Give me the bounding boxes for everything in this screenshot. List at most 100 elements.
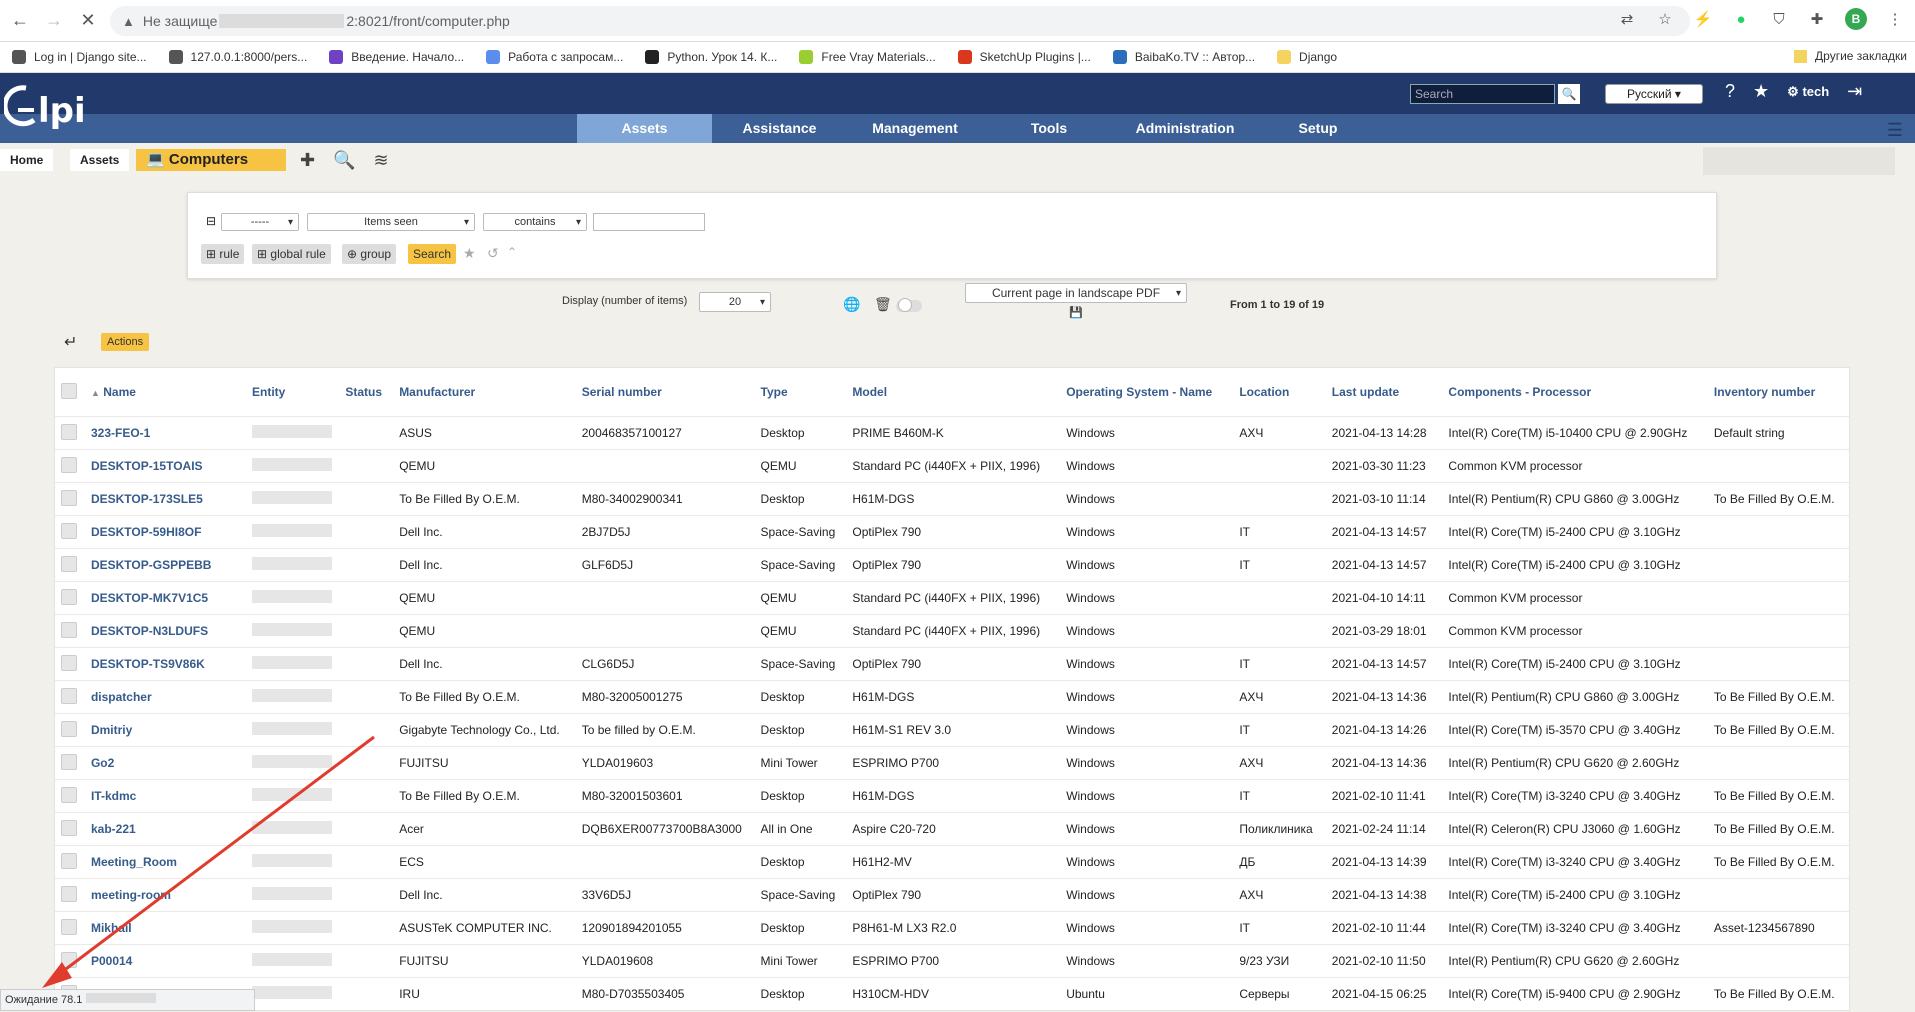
bookmark-item[interactable]: Free Vray Materials... <box>799 50 936 64</box>
row-checkbox[interactable] <box>61 423 77 440</box>
add-icon[interactable]: ✚ <box>300 150 315 171</box>
computer-name-link[interactable]: meeting-room <box>86 878 248 912</box>
menu-dots-icon[interactable]: ⋮ <box>1885 9 1905 29</box>
select-all-checkbox[interactable] <box>61 382 77 399</box>
row-checkbox[interactable] <box>61 687 77 704</box>
menu-item-management[interactable]: Management <box>846 114 984 143</box>
whatsapp-icon[interactable]: ● <box>1731 9 1751 29</box>
computer-name-link[interactable]: DESKTOP-TS9V86K <box>86 647 248 681</box>
column-header[interactable]: Type <box>757 368 849 417</box>
row-checkbox[interactable] <box>61 819 77 836</box>
column-header[interactable]: Location <box>1235 368 1327 417</box>
user-menu[interactable]: ⚙ tech <box>1787 84 1829 100</box>
actions-button[interactable]: Actions <box>101 333 150 351</box>
help-icon[interactable]: ? <box>1725 81 1735 102</box>
row-checkbox[interactable] <box>61 951 77 968</box>
column-header[interactable]: Model <box>848 368 1062 417</box>
bookmark-item[interactable]: Работа с запросам... <box>486 50 623 64</box>
add-rule-button[interactable]: ⊞ rule <box>201 244 245 264</box>
export-save-icon[interactable]: 💾 <box>1069 306 1083 319</box>
forward-icon[interactable]: → <box>40 7 68 35</box>
bolt-icon[interactable]: ⚡ <box>1693 9 1713 29</box>
stop-loading-icon[interactable]: ✕ <box>74 7 102 35</box>
search-icon[interactable]: 🔍 <box>333 150 355 171</box>
menu-item-setup[interactable]: Setup <box>1248 114 1388 143</box>
trash-icon[interactable]: 🗑 <box>874 296 892 313</box>
row-checkbox[interactable] <box>61 456 77 473</box>
bookmark-item[interactable]: Log in | Django site... <box>12 50 147 64</box>
criteria-item-select[interactable]: Items seen <box>307 213 475 231</box>
computer-name-link[interactable]: DESKTOP-59HI8OF <box>86 515 248 549</box>
address-bar[interactable]: ▲ Не защище 2:8021/front/computer.php <box>110 6 1690 36</box>
shield-icon[interactable]: ⛉ <box>1769 9 1789 29</box>
extensions-icon[interactable]: ✚ <box>1807 9 1827 29</box>
translate-icon[interactable]: ⇄ <box>1617 9 1637 29</box>
computer-name-link[interactable]: IT-kdmc <box>86 779 248 813</box>
menu-item-assets[interactable]: Assets <box>577 114 712 143</box>
computer-name-link[interactable]: DESKTOP-173SLE5 <box>86 482 248 516</box>
computer-name-link[interactable]: kab-221 <box>86 812 248 846</box>
search-button[interactable]: Search <box>408 244 457 264</box>
star-icon[interactable]: ☆ <box>1655 9 1675 29</box>
computer-name-link[interactable]: DESKTOP-15TOAIS <box>86 449 248 483</box>
column-header[interactable]: Operating System - Name <box>1062 368 1235 417</box>
computer-name-link[interactable]: Meeting_Room <box>86 845 248 879</box>
computer-name-link[interactable]: DESKTOP-N3LDUFS <box>86 614 248 648</box>
row-checkbox[interactable] <box>61 786 77 803</box>
save-search-star-icon[interactable]: ★ <box>463 245 476 262</box>
add-group-button[interactable]: ⊕ group <box>342 244 397 264</box>
column-header[interactable]: Entity <box>248 368 341 417</box>
bookmark-item[interactable]: SketchUp Plugins |... <box>957 50 1091 64</box>
computer-name-link[interactable]: DESKTOP-MK7V1C5 <box>86 581 248 615</box>
row-checkbox[interactable] <box>61 885 77 902</box>
computer-name-link[interactable]: Mikhail <box>86 911 248 945</box>
header-search-input[interactable]: Search <box>1410 84 1555 104</box>
column-header[interactable]: Manufacturer <box>395 368 578 417</box>
logout-icon[interactable]: ⇥ <box>1847 81 1862 102</box>
menu-item-tools[interactable]: Tools <box>985 114 1113 143</box>
bookmark-item[interactable]: Django <box>1277 50 1337 64</box>
row-checkbox[interactable] <box>61 522 77 539</box>
layers-icon[interactable]: ≋ <box>374 150 389 171</box>
computer-name-link[interactable]: DESKTOP-GSPPEBB <box>86 548 248 582</box>
breadcrumb-assets[interactable]: Assets <box>70 149 130 171</box>
computer-name-link[interactable]: Dmitriy <box>86 713 248 747</box>
column-header[interactable]: Inventory number <box>1710 368 1849 417</box>
column-header[interactable]: Last update <box>1328 368 1445 417</box>
computer-name-link[interactable]: Go2 <box>86 746 248 780</box>
bookmark-item[interactable]: Введение. Начало... <box>329 50 464 64</box>
breadcrumb-computers[interactable]: 💻 Computers <box>136 149 286 171</box>
column-header[interactable]: ▲ Name <box>87 368 248 417</box>
row-checkbox[interactable] <box>61 852 77 869</box>
row-checkbox[interactable] <box>61 621 77 638</box>
computer-name-link[interactable]: 323-FEO-1 <box>86 416 248 450</box>
row-checkbox[interactable] <box>61 555 77 572</box>
language-select[interactable]: Русский ▾ <box>1605 84 1703 104</box>
hamburger-icon[interactable]: ☰ <box>1887 120 1903 141</box>
breadcrumb-home[interactable]: Home <box>0 149 54 171</box>
column-header[interactable]: Serial number <box>578 368 757 417</box>
criteria-field-select[interactable]: ----- <box>221 213 299 231</box>
collapse-icon[interactable]: ⊟ <box>206 214 216 228</box>
criteria-value-input[interactable] <box>593 213 705 231</box>
deleted-toggle[interactable] <box>896 298 922 312</box>
back-icon[interactable]: ← <box>6 7 34 35</box>
criteria-operator-select[interactable]: contains <box>483 213 587 231</box>
computer-name-link[interactable]: P00014 <box>86 944 248 978</box>
profile-avatar[interactable]: B <box>1845 8 1867 30</box>
column-header[interactable]: Components - Processor <box>1444 368 1709 417</box>
search-icon[interactable]: 🔍 <box>1558 84 1580 104</box>
computer-name-link[interactable]: dispatcher <box>86 680 248 714</box>
bookmark-item[interactable]: 127.0.0.1:8000/pers... <box>168 50 307 64</box>
menu-item-assistance[interactable]: Assistance <box>712 114 847 143</box>
display-count-select[interactable]: 20 <box>699 292 771 312</box>
row-checkbox[interactable] <box>61 489 77 506</box>
add-global-rule-button[interactable]: ⊞ global rule <box>252 244 331 264</box>
bookmark-item[interactable]: Python. Урок 14. К... <box>645 50 777 64</box>
row-checkbox[interactable] <box>61 588 77 605</box>
row-checkbox[interactable] <box>61 753 77 770</box>
export-select[interactable]: Current page in landscape PDF <box>965 283 1187 303</box>
glpi-logo[interactable]: lpi <box>2 80 99 135</box>
reset-icon[interactable]: ↺ <box>487 245 499 262</box>
globe-icon[interactable]: 🌐 <box>843 296 860 313</box>
